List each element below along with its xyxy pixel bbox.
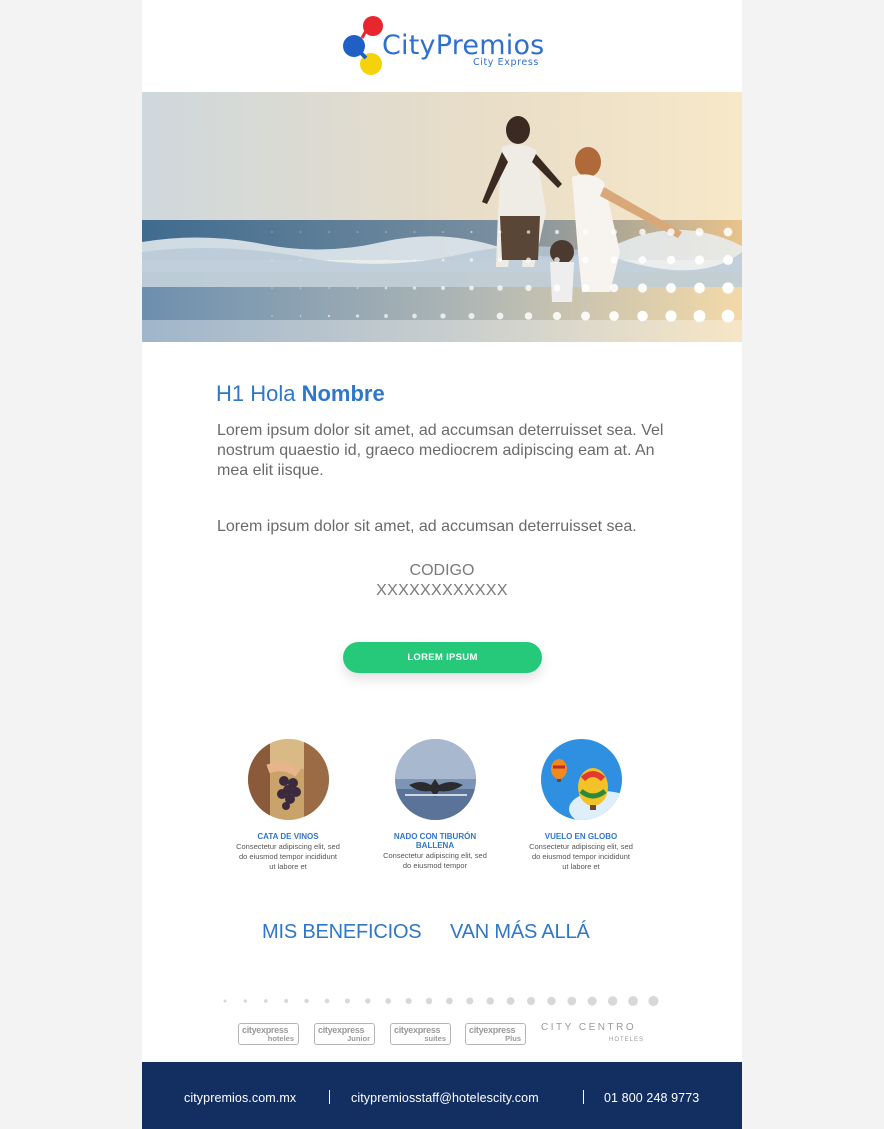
body-paragraph-2: Lorem ipsum dolor sit amet, ad accumsan … [217, 518, 637, 535]
body-paragraph-1: Lorem ipsum dolor sit amet, ad accumsan … [217, 422, 664, 479]
hot-air-balloon-image [540, 739, 622, 820]
divider-dot [243, 999, 248, 1003]
whale-tail-image [394, 739, 476, 820]
divider-dot [648, 995, 659, 1007]
footer-separator [583, 1090, 584, 1104]
experience-card-wine[interactable]: CATA DE VINOS Consectetur adipiscing eli… [228, 739, 348, 872]
hero-image [142, 92, 742, 342]
brand-logo-plus[interactable]: cityexpress Plus [465, 1023, 526, 1045]
divider-dot [425, 997, 433, 1005]
divider-dot [446, 997, 453, 1005]
divider-dot [365, 998, 371, 1004]
divider-dot [506, 997, 515, 1005]
greeting-prefix: H1 Hola [216, 381, 296, 406]
citypremios-logo[interactable]: CityPremios City Express [342, 16, 552, 78]
experience-description: Consectetur adipiscing elit, sed do eius… [383, 851, 487, 870]
city-centro-logo[interactable]: CITY CENTRO [541, 1022, 636, 1033]
city-centro-sub: HOTELES [609, 1037, 645, 1043]
brand-logo-suites[interactable]: cityexpress suites [390, 1023, 451, 1045]
divider-dot [223, 999, 227, 1003]
divider-dot [628, 996, 638, 1006]
email-container: CityPremios City Express H1 Hola Nombre … [142, 0, 742, 1129]
divider-dot [344, 998, 350, 1004]
divider-dot [385, 998, 392, 1004]
brand-sub: hoteles [267, 1034, 294, 1043]
divider-dot [567, 996, 577, 1006]
experience-description: Consectetur adipiscing elit, sed do eius… [529, 842, 633, 871]
divider-dot [486, 997, 494, 1005]
tagline-part-2: VAN MÁS ALLÁ [450, 921, 590, 943]
divider-dot [466, 997, 474, 1005]
email-footer: citypremios.com.mx citypremiosstaff@hote… [142, 1062, 742, 1129]
brand-sub: suites [424, 1034, 446, 1043]
email-header: CityPremios City Express [142, 0, 742, 92]
experience-description: Consectetur adipiscing elit, sed do eius… [236, 842, 340, 871]
greeting-name: Nombre [301, 381, 385, 406]
divider-dot [587, 996, 597, 1006]
footer-website-link[interactable]: citypremios.com.mx [184, 1091, 296, 1105]
brand-sub: Junior [347, 1034, 370, 1043]
divider-dot [526, 996, 536, 1006]
experience-title: VUELO EN GLOBO [544, 832, 618, 841]
footer-phone-link[interactable]: 01 800 248 9773 [604, 1091, 699, 1105]
experience-card-whale-shark[interactable]: NADO CON TIBURÓN BALLENA Consectetur adi… [375, 739, 495, 871]
dots-divider [223, 995, 659, 1007]
divider-dot [304, 998, 309, 1004]
brand-logo-hoteles[interactable]: cityexpress hoteles [238, 1023, 299, 1045]
logo-subtitle: City Express [473, 57, 539, 68]
divider-dot [263, 999, 268, 1003]
logo-mark-icon [343, 16, 383, 75]
experience-title: NADO CON TIBURÓN BALLENA [393, 832, 477, 850]
code-label: CODIGO [409, 562, 475, 579]
divider-dot [607, 996, 618, 1006]
divider-dot [284, 998, 289, 1004]
divider-dot [405, 997, 412, 1005]
divider-dot [324, 998, 330, 1004]
beach-couple-image [142, 92, 742, 342]
tagline-part-1: MIS BENEFICIOS [262, 921, 422, 943]
brand-sub: Plus [505, 1034, 521, 1043]
footer-email-link[interactable]: citypremiosstaff@hotelescity.com [351, 1091, 539, 1105]
greeting-heading: H1 Hola Nombre [216, 381, 385, 407]
divider-dot [547, 996, 556, 1006]
grapes-image [247, 739, 329, 820]
experience-title: CATA DE VINOS [257, 832, 319, 841]
lorem-ipsum-button[interactable]: LOREM IPSUM [343, 642, 542, 673]
code-value: XXXXXXXXXXXX [376, 582, 508, 599]
brand-logo-junior[interactable]: cityexpress Junior [314, 1023, 375, 1045]
footer-separator [329, 1090, 330, 1104]
experience-card-balloon[interactable]: VUELO EN GLOBO Consectetur adipiscing el… [521, 739, 641, 872]
